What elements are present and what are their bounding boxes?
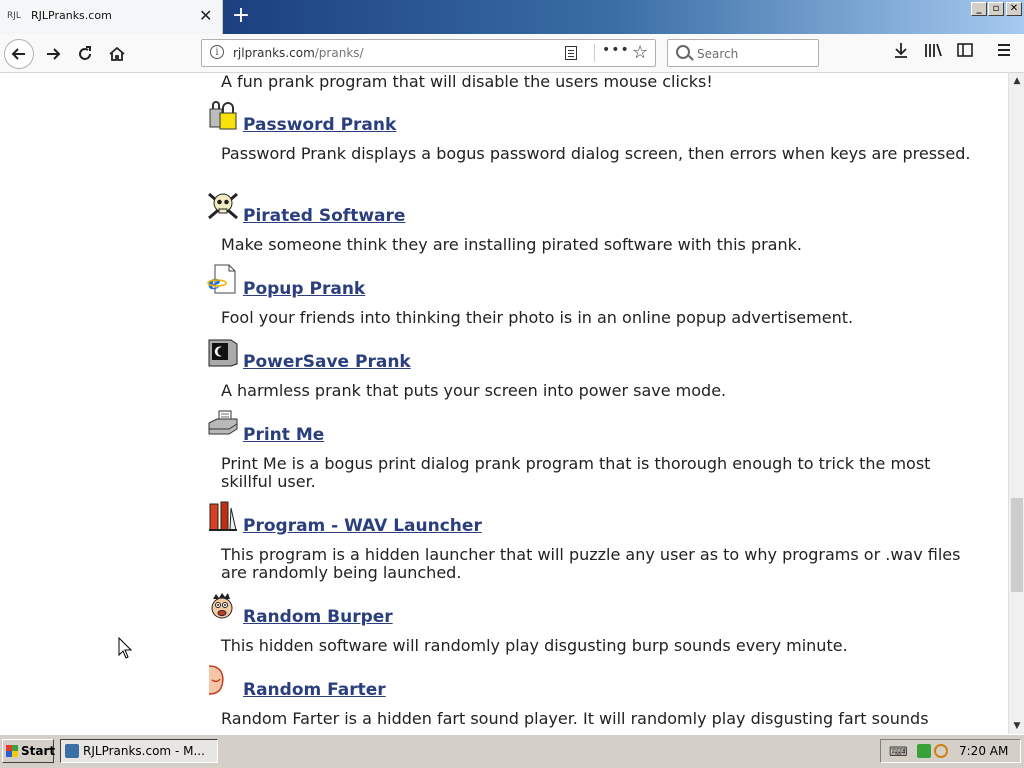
prank-link[interactable]: PowerSave Prank: [243, 352, 411, 372]
start-button[interactable]: Start: [2, 739, 56, 763]
library-icon: [925, 43, 942, 57]
forward-button[interactable]: [38, 39, 68, 69]
new-tab-button[interactable]: +: [231, 3, 251, 29]
minimize-button[interactable]: _: [971, 2, 987, 16]
prank-link[interactable]: Password Prank: [243, 115, 396, 135]
reload-icon: [79, 46, 91, 60]
scroll-down-icon[interactable]: ▼: [1009, 718, 1024, 734]
prank-link[interactable]: Program - WAV Launcher: [243, 516, 482, 536]
restore-button[interactable]: ▫: [988, 2, 1004, 16]
prank-link[interactable]: Pirated Software: [243, 206, 405, 226]
taskbar: Start RJLPranks.com - M... ⌨ 7:20 AM: [0, 734, 1024, 768]
search-input[interactable]: [695, 44, 814, 64]
vertical-scrollbar[interactable]: ▲ ▼: [1008, 73, 1024, 734]
download-icon: [895, 43, 907, 58]
bookmark-star-icon[interactable]: ☆: [632, 42, 648, 63]
prank-description: Make someone think they are installing p…: [221, 235, 802, 254]
taskbar-item-firefox[interactable]: RJLPranks.com - M...: [60, 739, 218, 763]
prank-description: This program is a hidden launcher that w…: [221, 545, 961, 582]
address-bar[interactable]: i rjlpranks.com/pranks/ ••• ☆: [201, 39, 656, 67]
internet-explorer-page-icon: e: [207, 264, 236, 294]
back-button[interactable]: [4, 39, 34, 69]
back-arrow-icon: [11, 48, 25, 60]
system-tray: ⌨ 7:20 AM: [880, 739, 1021, 763]
windows-logo-icon: [6, 745, 18, 757]
library-button[interactable]: [922, 42, 944, 63]
network-icon[interactable]: [917, 744, 931, 758]
prank-description: Print Me is a bogus print dialog prank p…: [221, 454, 931, 491]
cartoon-face-icon: [211, 593, 233, 619]
tab-title: RJLPranks.com: [31, 9, 112, 22]
scroll-up-icon[interactable]: ▲: [1009, 73, 1024, 89]
firefox-icon: [65, 744, 79, 758]
tab-rjlpranks[interactable]: RJL RJLPranks.com ✕: [0, 0, 223, 34]
prank-description: This hidden software will randomly play …: [221, 636, 848, 655]
reader-view-icon[interactable]: [565, 46, 577, 60]
prank-description: Random Farter is a hidden fart sound pla…: [221, 710, 929, 728]
keyboard-icon[interactable]: ⌨: [889, 745, 908, 760]
tab-close-icon[interactable]: ✕: [199, 6, 212, 26]
padlock-icon: [209, 101, 237, 130]
sidebar-button[interactable]: [954, 42, 976, 63]
taskbar-item-label: RJLPranks.com - M...: [83, 744, 205, 758]
url-host: rjlpranks.com: [233, 46, 315, 60]
clock[interactable]: 7:20 AM: [959, 744, 1008, 758]
site-info-icon[interactable]: i: [210, 45, 224, 59]
url-separator: [594, 44, 595, 62]
title-bar: RJL RJLPranks.com ✕ + _ ▫ ✕: [0, 0, 1024, 34]
search-tray-icon[interactable]: [934, 744, 948, 758]
prank-link[interactable]: Random Burper: [243, 607, 393, 627]
reload-button[interactable]: [70, 39, 100, 69]
search-box[interactable]: [667, 39, 819, 67]
url-path: /pranks/: [314, 46, 364, 60]
url-text[interactable]: rjlpranks.com/pranks/: [233, 46, 364, 60]
prank-link[interactable]: Random Farter: [243, 680, 386, 700]
mouse-cursor-icon: [118, 637, 132, 659]
menu-button[interactable]: [993, 42, 1015, 63]
page-actions-icon[interactable]: •••: [602, 42, 630, 58]
skull-crossbones-icon: [208, 192, 238, 220]
start-label: Start: [21, 744, 56, 758]
prank-description: A fun prank program that will disable th…: [221, 73, 713, 91]
hamburger-menu-icon: [998, 44, 1010, 56]
printer-icon: [208, 410, 238, 435]
close-window-button[interactable]: ✕: [1006, 2, 1022, 16]
search-icon: [676, 45, 690, 59]
monitor-icon: [208, 339, 238, 367]
prank-description: A harmless prank that puts your screen i…: [221, 381, 727, 400]
cartoon-bottom-icon: [208, 665, 224, 695]
launcher-icon: [209, 501, 237, 531]
home-button[interactable]: [102, 39, 132, 69]
svg-text:e: e: [208, 270, 221, 294]
sidebar-icon: [957, 43, 973, 57]
downloads-button[interactable]: [890, 42, 912, 63]
forward-arrow-icon: [47, 48, 61, 60]
navigation-toolbar: i rjlpranks.com/pranks/ ••• ☆: [0, 34, 1024, 73]
prank-description: Fool your friends into thinking their ph…: [221, 308, 854, 327]
home-icon: [109, 46, 125, 61]
page-content: A fun prank program that will disable th…: [0, 73, 1008, 734]
site-favicon-icon: RJL: [7, 11, 21, 21]
prank-description: Password Prank displays a bogus password…: [221, 144, 971, 163]
prank-link[interactable]: Popup Prank: [243, 279, 365, 299]
scrollbar-thumb[interactable]: [1011, 498, 1023, 592]
prank-link[interactable]: Print Me: [243, 425, 324, 445]
